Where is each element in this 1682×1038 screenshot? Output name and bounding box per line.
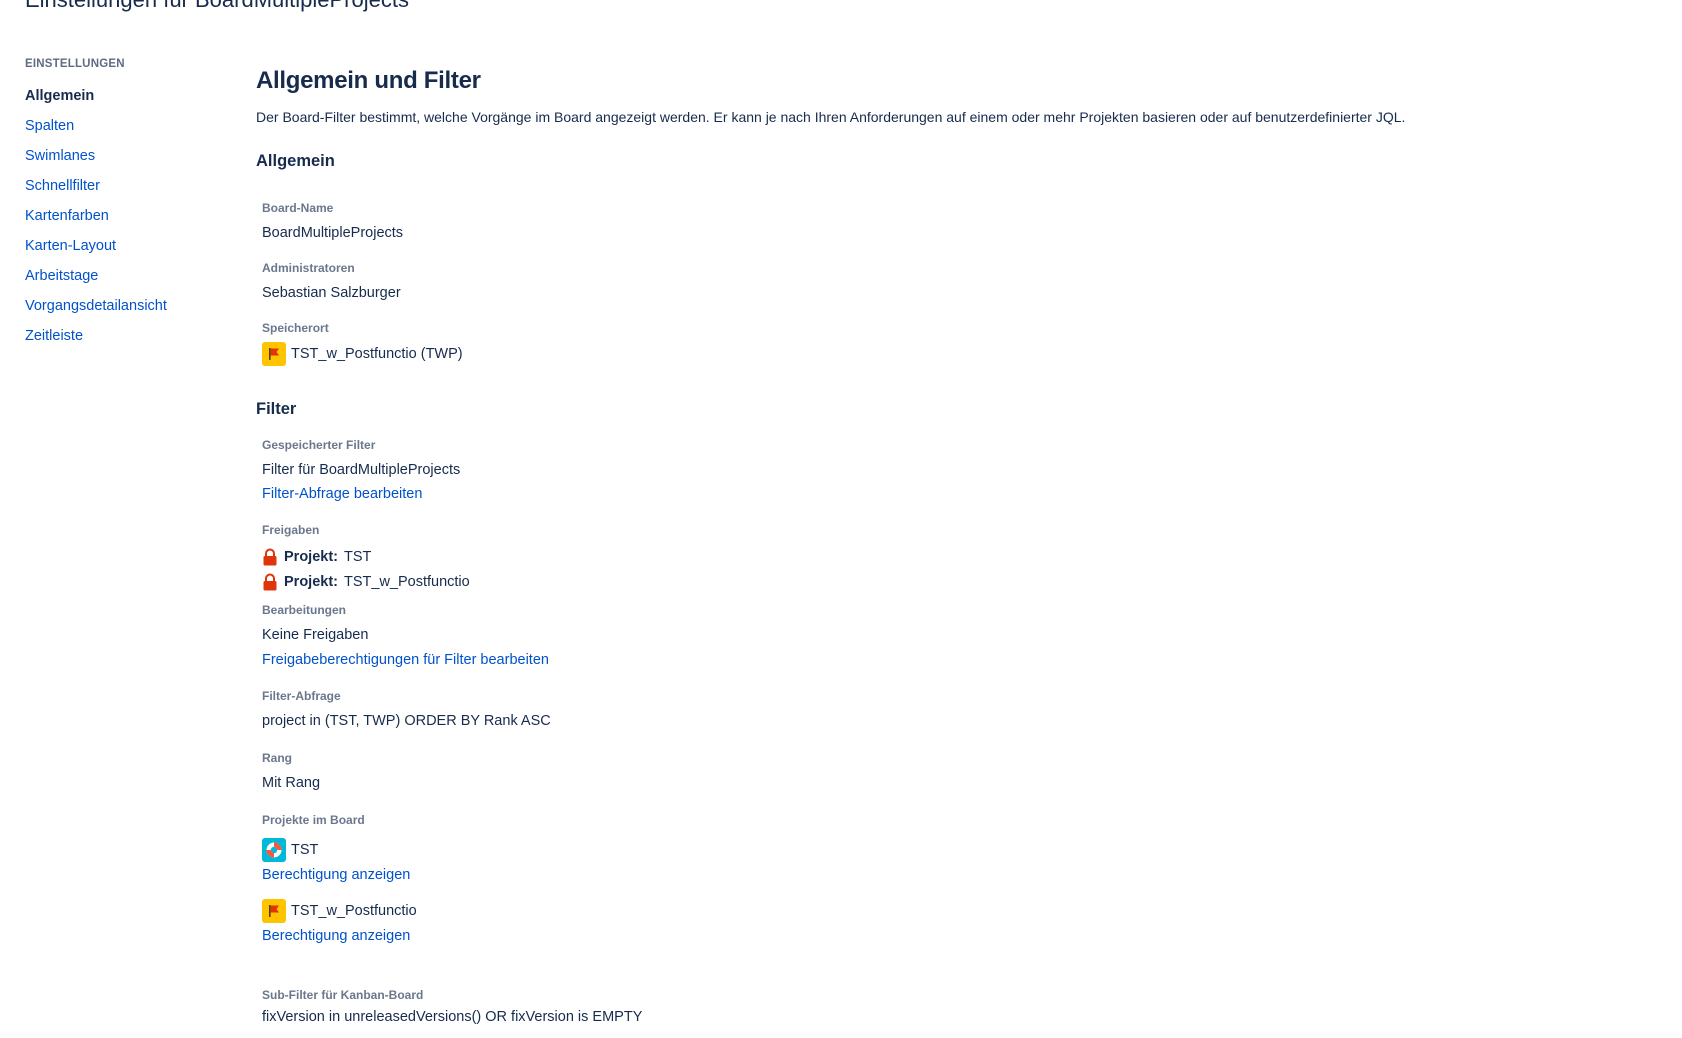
- sidebar-item-schnellfilter[interactable]: Schnellfilter: [25, 176, 225, 206]
- project-name: TST: [291, 842, 319, 858]
- board-name-field: Board-Name BoardMultipleProjects: [262, 200, 403, 244]
- sidebar-item-karten-layout[interactable]: Karten-Layout: [25, 236, 225, 266]
- projects-field: Projekte im Board TST Berechtigung anzei…: [262, 812, 417, 947]
- project-name: TST_w_Postfunctio: [291, 903, 417, 919]
- filter-query-label: Filter-Abfrage: [262, 689, 341, 703]
- sidebar-item-arbeitstage[interactable]: Arbeitstage: [25, 266, 225, 296]
- page-title: Allgemein und Filter: [256, 67, 481, 94]
- section-heading-general: Allgemein: [256, 152, 335, 170]
- sidebar-item-swimlanes[interactable]: Swimlanes: [25, 146, 225, 176]
- view-permissions-link[interactable]: Berechtigung anzeigen: [262, 864, 417, 886]
- share-prefix: Projekt:: [284, 548, 338, 565]
- filter-query-value: project in (TST, TWP) ORDER BY Rank ASC: [262, 713, 551, 729]
- lifebuoy-icon: [262, 838, 286, 862]
- edits-field: Bearbeitungen Keine Freigaben Freigabebe…: [262, 602, 549, 671]
- location-label: Speicherort: [262, 321, 329, 335]
- sidebar-item-kartenfarben[interactable]: Kartenfarben: [25, 206, 225, 236]
- project-item: TST_w_Postfunctio: [262, 899, 417, 923]
- board-name-value: BoardMultipleProjects: [262, 225, 404, 241]
- share-value: TST_w_Postfunctio: [344, 573, 470, 590]
- section-heading-filter: Filter: [256, 400, 297, 418]
- administrators-label: Administratoren: [262, 261, 355, 275]
- shares-label: Freigaben: [262, 523, 320, 537]
- administrators-field: Administratoren Sebastian Salzburger: [262, 260, 401, 304]
- edit-share-permissions-link[interactable]: Freigabeberechtigungen für Filter bearbe…: [262, 649, 549, 671]
- kanban-subfilter-field: Sub-Filter für Kanban-Board fixVersion i…: [262, 987, 642, 1028]
- page-description: Der Board-Filter bestimmt, welche Vorgän…: [256, 109, 1406, 125]
- saved-filter-label: Gespeicherter Filter: [262, 438, 376, 452]
- edit-filter-query-link[interactable]: Filter-Abfrage bearbeiten: [262, 483, 460, 505]
- edits-label: Bearbeitungen: [262, 603, 347, 617]
- shares-field: Freigaben Projekt: TST Projekt: TST_w_Po…: [262, 522, 470, 594]
- location-field: Speicherort TST_w_Postfunctio (TWP): [262, 320, 463, 366]
- rank-field: Rang Mit Rang: [262, 750, 320, 794]
- view-permissions-link[interactable]: Berechtigung anzeigen: [262, 925, 417, 947]
- filter-query-field: Filter-Abfrage project in (TST, TWP) ORD…: [262, 688, 551, 732]
- lock-icon: [263, 548, 277, 565]
- sidebar-heading: EINSTELLUNGEN: [25, 58, 125, 70]
- page-header-title: Einstellungen für BoardMultipleProjects: [25, 0, 409, 13]
- sidebar-item-zeitleiste[interactable]: Zeitleiste: [25, 326, 225, 356]
- sidebar-item-spalten[interactable]: Spalten: [25, 116, 225, 146]
- rank-label: Rang: [262, 751, 292, 765]
- projects-label: Projekte im Board: [262, 813, 365, 827]
- location-value: TST_w_Postfunctio (TWP): [291, 346, 463, 362]
- project-item: TST: [262, 838, 417, 862]
- share-row: Projekt: TST_w_Postfunctio: [262, 569, 470, 594]
- share-row: Projekt: TST: [262, 544, 470, 569]
- main-content: Allgemein und Filter Der Board-Filter be…: [256, 64, 1682, 127]
- red-flag-icon: [262, 899, 286, 923]
- share-value: TST: [344, 548, 372, 565]
- edits-value: Keine Freigaben: [262, 627, 369, 643]
- settings-sidebar: EINSTELLUNGEN Allgemein Spalten Swimlane…: [25, 56, 225, 356]
- saved-filter-field: Gespeicherter Filter Filter für BoardMul…: [262, 437, 460, 505]
- sidebar-item-vorgangsdetailansicht[interactable]: Vorgangsdetailansicht: [25, 296, 225, 326]
- kanban-subfilter-value: fixVersion in unreleasedVersions() OR fi…: [262, 1009, 643, 1025]
- sidebar-item-allgemein[interactable]: Allgemein: [25, 86, 225, 116]
- rank-value: Mit Rang: [262, 775, 321, 791]
- lock-icon: [263, 573, 277, 590]
- share-prefix: Projekt:: [284, 573, 338, 590]
- board-name-label: Board-Name: [262, 201, 334, 215]
- administrators-value: Sebastian Salzburger: [262, 285, 401, 301]
- kanban-subfilter-label: Sub-Filter für Kanban-Board: [262, 988, 424, 1002]
- red-flag-icon: [262, 342, 286, 366]
- saved-filter-value: Filter für BoardMultipleProjects: [262, 462, 461, 478]
